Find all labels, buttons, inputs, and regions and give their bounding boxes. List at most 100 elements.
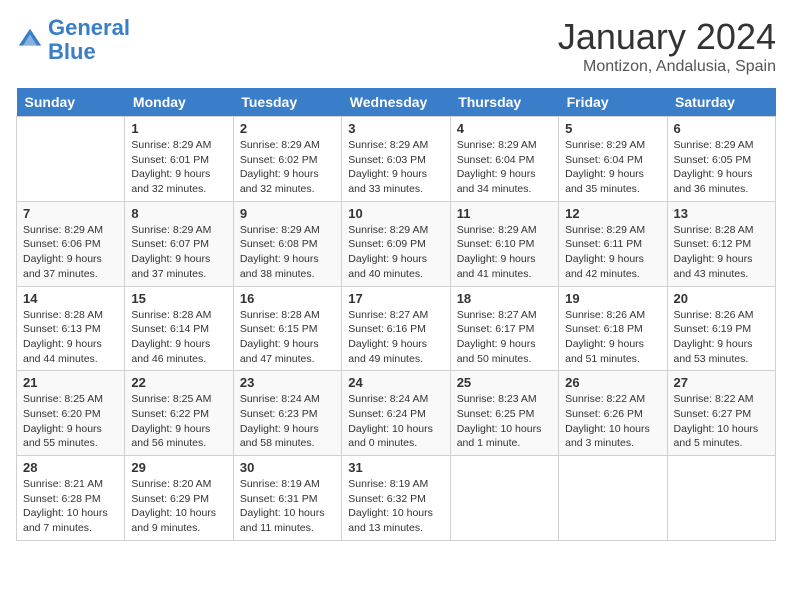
day-info: Sunrise: 8:29 AMSunset: 6:03 PMDaylight:… bbox=[348, 138, 443, 197]
day-number: 7 bbox=[23, 206, 118, 221]
day-number: 17 bbox=[348, 291, 443, 306]
calendar-cell bbox=[17, 117, 125, 202]
day-info: Sunrise: 8:22 AMSunset: 6:27 PMDaylight:… bbox=[674, 392, 769, 451]
header-saturday: Saturday bbox=[667, 88, 775, 117]
logo: General Blue bbox=[16, 16, 130, 64]
header-monday: Monday bbox=[125, 88, 233, 117]
day-number: 25 bbox=[457, 375, 552, 390]
calendar-week-row: 14Sunrise: 8:28 AMSunset: 6:13 PMDayligh… bbox=[17, 286, 776, 371]
day-number: 6 bbox=[674, 121, 769, 136]
day-info: Sunrise: 8:29 AMSunset: 6:04 PMDaylight:… bbox=[457, 138, 552, 197]
day-number: 10 bbox=[348, 206, 443, 221]
calendar-cell: 31 Sunrise: 8:19 AMSunset: 6:32 PMDayligh… bbox=[342, 456, 450, 541]
day-info: Sunrise: 8:27 AMSunset: 6:17 PMDaylight:… bbox=[457, 308, 552, 367]
day-info: Sunrise: 8:29 AMSunset: 6:06 PMDaylight:… bbox=[23, 223, 118, 282]
day-number: 20 bbox=[674, 291, 769, 306]
day-info: Sunrise: 8:29 AMSunset: 6:10 PMDaylight:… bbox=[457, 223, 552, 282]
calendar-week-row: 1Sunrise: 8:29 AMSunset: 6:01 PMDaylight… bbox=[17, 117, 776, 202]
day-number: 8 bbox=[131, 206, 226, 221]
day-number: 13 bbox=[674, 206, 769, 221]
calendar-cell: 21 Sunrise: 8:25 AMSunset: 6:20 PMDayligh… bbox=[17, 371, 125, 456]
day-number: 11 bbox=[457, 206, 552, 221]
calendar-cell: 28 Sunrise: 8:21 AMSunset: 6:28 PMDayligh… bbox=[17, 456, 125, 541]
day-info: Sunrise: 8:20 AMSunset: 6:29 PMDaylight:… bbox=[131, 477, 226, 536]
day-info: Sunrise: 8:29 AMSunset: 6:02 PMDaylight:… bbox=[240, 138, 335, 197]
day-number: 26 bbox=[565, 375, 660, 390]
day-info: Sunrise: 8:29 AMSunset: 6:11 PMDaylight:… bbox=[565, 223, 660, 282]
day-number: 18 bbox=[457, 291, 552, 306]
calendar-cell: 17 Sunrise: 8:27 AMSunset: 6:16 PMDayligh… bbox=[342, 286, 450, 371]
day-info: Sunrise: 8:21 AMSunset: 6:28 PMDaylight:… bbox=[23, 477, 118, 536]
calendar-cell: 6 Sunrise: 8:29 AMSunset: 6:05 PMDaylight… bbox=[667, 117, 775, 202]
calendar-cell: 9 Sunrise: 8:29 AMSunset: 6:08 PMDaylight… bbox=[233, 201, 341, 286]
calendar-cell: 4 Sunrise: 8:29 AMSunset: 6:04 PMDaylight… bbox=[450, 117, 558, 202]
page-header: General Blue January 2024 Montizon, Anda… bbox=[16, 16, 776, 76]
day-number: 4 bbox=[457, 121, 552, 136]
day-info: Sunrise: 8:29 AMSunset: 6:09 PMDaylight:… bbox=[348, 223, 443, 282]
header-tuesday: Tuesday bbox=[233, 88, 341, 117]
day-number: 9 bbox=[240, 206, 335, 221]
day-number: 24 bbox=[348, 375, 443, 390]
calendar-cell: 7 Sunrise: 8:29 AMSunset: 6:06 PMDaylight… bbox=[17, 201, 125, 286]
day-info: Sunrise: 8:25 AMSunset: 6:22 PMDaylight:… bbox=[131, 392, 226, 451]
day-number: 21 bbox=[23, 375, 118, 390]
header-wednesday: Wednesday bbox=[342, 88, 450, 117]
day-info: Sunrise: 8:25 AMSunset: 6:20 PMDaylight:… bbox=[23, 392, 118, 451]
calendar-week-row: 28 Sunrise: 8:21 AMSunset: 6:28 PMDayligh… bbox=[17, 456, 776, 541]
calendar-week-row: 7 Sunrise: 8:29 AMSunset: 6:06 PMDaylight… bbox=[17, 201, 776, 286]
day-info: Sunrise: 8:29 AMSunset: 6:05 PMDaylight:… bbox=[674, 138, 769, 197]
calendar-cell: 29Sunrise: 8:20 AMSunset: 6:29 PMDayligh… bbox=[125, 456, 233, 541]
day-number: 12 bbox=[565, 206, 660, 221]
calendar-cell: 1Sunrise: 8:29 AMSunset: 6:01 PMDaylight… bbox=[125, 117, 233, 202]
day-info: Sunrise: 8:29 AMSunset: 6:08 PMDaylight:… bbox=[240, 223, 335, 282]
calendar-cell: 30Sunrise: 8:19 AMSunset: 6:31 PMDayligh… bbox=[233, 456, 341, 541]
day-number: 2 bbox=[240, 121, 335, 136]
day-info: Sunrise: 8:19 AMSunset: 6:32 PMDaylight:… bbox=[348, 477, 443, 536]
month-title: January 2024 bbox=[558, 16, 776, 58]
calendar-header-row: SundayMondayTuesdayWednesdayThursdayFrid… bbox=[17, 88, 776, 117]
calendar-cell: 14Sunrise: 8:28 AMSunset: 6:13 PMDayligh… bbox=[17, 286, 125, 371]
calendar-cell: 23 Sunrise: 8:24 AMSunset: 6:23 PMDayligh… bbox=[233, 371, 341, 456]
calendar-cell: 20Sunrise: 8:26 AMSunset: 6:19 PMDayligh… bbox=[667, 286, 775, 371]
header-sunday: Sunday bbox=[17, 88, 125, 117]
day-info: Sunrise: 8:27 AMSunset: 6:16 PMDaylight:… bbox=[348, 308, 443, 367]
day-number: 16 bbox=[240, 291, 335, 306]
day-number: 31 bbox=[348, 460, 443, 475]
calendar-cell: 11 Sunrise: 8:29 AMSunset: 6:10 PMDayligh… bbox=[450, 201, 558, 286]
calendar-table: SundayMondayTuesdayWednesdayThursdayFrid… bbox=[16, 88, 776, 541]
logo-icon bbox=[16, 26, 44, 54]
day-number: 30 bbox=[240, 460, 335, 475]
day-info: Sunrise: 8:28 AMSunset: 6:15 PMDaylight:… bbox=[240, 308, 335, 367]
calendar-cell: 5Sunrise: 8:29 AMSunset: 6:04 PMDaylight… bbox=[559, 117, 667, 202]
day-number: 22 bbox=[131, 375, 226, 390]
day-number: 27 bbox=[674, 375, 769, 390]
calendar-cell: 12 Sunrise: 8:29 AMSunset: 6:11 PMDayligh… bbox=[559, 201, 667, 286]
calendar-cell: 18 Sunrise: 8:27 AMSunset: 6:17 PMDayligh… bbox=[450, 286, 558, 371]
calendar-cell: 24Sunrise: 8:24 AMSunset: 6:24 PMDayligh… bbox=[342, 371, 450, 456]
day-info: Sunrise: 8:29 AMSunset: 6:04 PMDaylight:… bbox=[565, 138, 660, 197]
day-info: Sunrise: 8:22 AMSunset: 6:26 PMDaylight:… bbox=[565, 392, 660, 451]
day-info: Sunrise: 8:28 AMSunset: 6:12 PMDaylight:… bbox=[674, 223, 769, 282]
day-number: 15 bbox=[131, 291, 226, 306]
title-section: January 2024 Montizon, Andalusia, Spain bbox=[558, 16, 776, 76]
day-info: Sunrise: 8:26 AMSunset: 6:18 PMDaylight:… bbox=[565, 308, 660, 367]
calendar-cell bbox=[667, 456, 775, 541]
day-info: Sunrise: 8:24 AMSunset: 6:23 PMDaylight:… bbox=[240, 392, 335, 451]
day-number: 19 bbox=[565, 291, 660, 306]
header-thursday: Thursday bbox=[450, 88, 558, 117]
day-info: Sunrise: 8:29 AMSunset: 6:07 PMDaylight:… bbox=[131, 223, 226, 282]
day-number: 14 bbox=[23, 291, 118, 306]
location-subtitle: Montizon, Andalusia, Spain bbox=[558, 58, 776, 76]
day-number: 3 bbox=[348, 121, 443, 136]
calendar-week-row: 21 Sunrise: 8:25 AMSunset: 6:20 PMDayligh… bbox=[17, 371, 776, 456]
calendar-cell: 8 Sunrise: 8:29 AMSunset: 6:07 PMDaylight… bbox=[125, 201, 233, 286]
header-friday: Friday bbox=[559, 88, 667, 117]
calendar-cell: 2 Sunrise: 8:29 AMSunset: 6:02 PMDaylight… bbox=[233, 117, 341, 202]
calendar-cell: 15 Sunrise: 8:28 AMSunset: 6:14 PMDayligh… bbox=[125, 286, 233, 371]
calendar-cell: 19 Sunrise: 8:26 AMSunset: 6:18 PMDayligh… bbox=[559, 286, 667, 371]
day-number: 1 bbox=[131, 121, 226, 136]
calendar-cell bbox=[450, 456, 558, 541]
day-number: 23 bbox=[240, 375, 335, 390]
day-number: 28 bbox=[23, 460, 118, 475]
day-info: Sunrise: 8:28 AMSunset: 6:14 PMDaylight:… bbox=[131, 308, 226, 367]
